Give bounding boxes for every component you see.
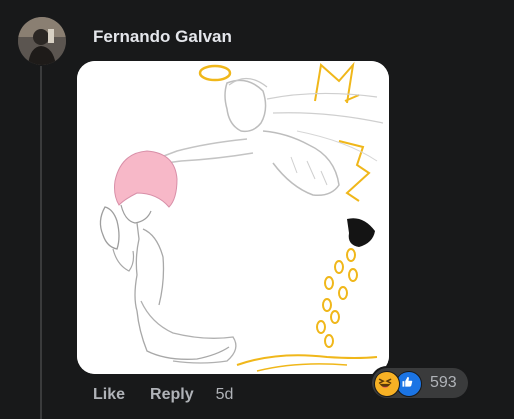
comment-actions-bar: Like Reply 5d (93, 386, 233, 404)
angel-sketch-drawing (77, 61, 389, 374)
reply-button[interactable]: Reply (150, 386, 194, 404)
comment-timestamp[interactable]: 5d (216, 386, 234, 404)
author-avatar[interactable] (18, 17, 66, 65)
reply-thread-line (40, 66, 42, 419)
avatar-photo (18, 17, 66, 65)
reaction-summary[interactable]: 593 (372, 368, 468, 398)
comment-image[interactable] (77, 61, 389, 374)
comment-author-name[interactable]: Fernando Galvan (93, 27, 232, 47)
like-button[interactable]: Like (93, 386, 125, 404)
reaction-count: 593 (430, 374, 457, 391)
haha-emoji-icon (374, 371, 400, 397)
